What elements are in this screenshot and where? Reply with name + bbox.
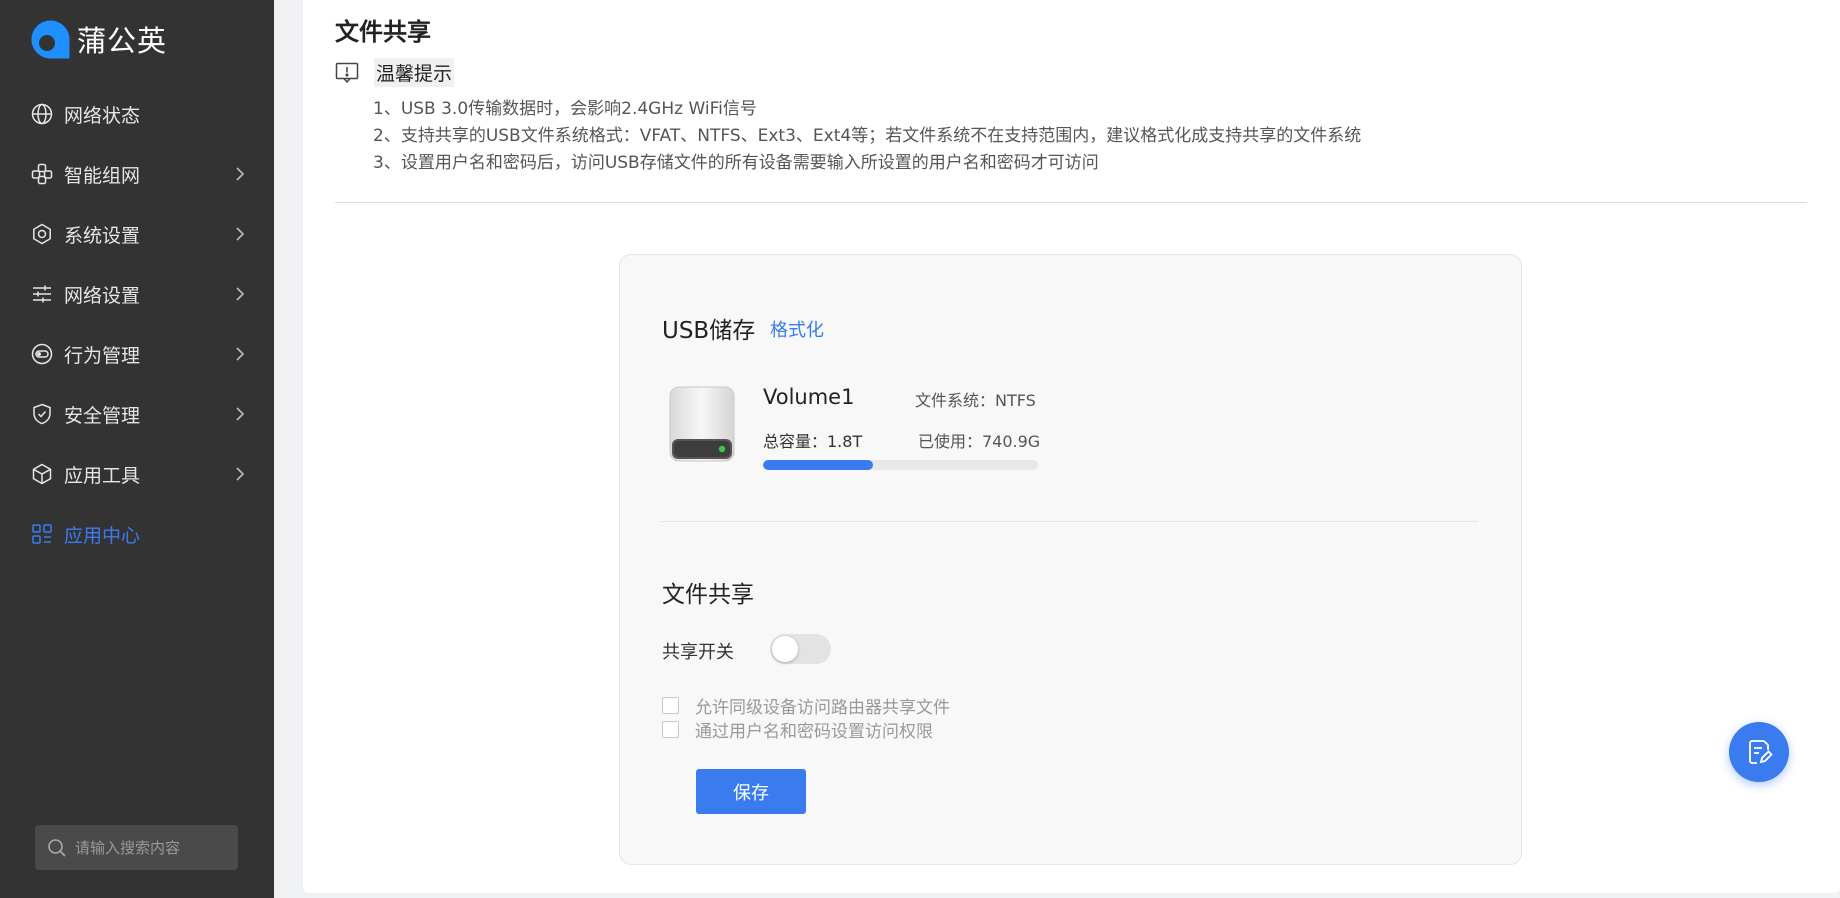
option-allow-same-level[interactable]: 允许同级设备访问路由器共享文件 [662, 693, 950, 718]
usage-progress-bar [763, 460, 1038, 470]
document-edit-icon [1749, 740, 1773, 764]
sliders-icon [30, 282, 54, 306]
sidebar-item-label: 网络状态 [64, 104, 141, 127]
tips-list: 1、USB 3.0传输数据时，会影响2.4GHz WiFi信号 2、支持共享的U… [373, 96, 1361, 177]
volume-name: Volume1 [763, 385, 855, 409]
tip-header: 温馨提示 [335, 58, 455, 87]
sidebar-item-smart-network[interactable]: 智能组网 [0, 144, 274, 204]
page-title: 文件共享 [335, 18, 431, 46]
search-input[interactable] [75, 838, 225, 857]
sidebar-item-label: 应用中心 [64, 524, 141, 547]
total-capacity-label: 总容量：1.8T [763, 432, 863, 451]
tip-line: 2、支持共享的USB文件系统格式：VFAT、NTFS、Ext3、Ext4等；若文… [373, 126, 1362, 146]
checkbox-label: 允许同级设备访问路由器共享文件 [695, 698, 950, 718]
usb-drive-icon [669, 386, 735, 462]
main-panel: 文件共享 温馨提示 1、USB 3.0传输数据时，会影响2.4GHz WiFi信… [303, 0, 1840, 893]
sidebar-item-label: 应用工具 [64, 464, 141, 487]
sidebar-item-label: 行为管理 [64, 344, 141, 367]
save-button[interactable]: 保存 [696, 769, 806, 814]
sidebar-item-label: 系统设置 [64, 224, 141, 247]
sidebar-item-network-status[interactable]: 网络状态 [0, 84, 274, 144]
tip-title: 温馨提示 [374, 58, 455, 87]
chevron-right-icon [236, 407, 245, 421]
share-toggle-switch[interactable] [770, 634, 831, 664]
section-divider [335, 202, 1807, 203]
sidebar-item-app-tools[interactable]: 应用工具 [0, 444, 274, 504]
usage-progress-fill [763, 460, 873, 470]
sidebar-item-label: 智能组网 [64, 164, 141, 187]
sidebar-item-label: 网络设置 [64, 284, 141, 307]
sidebar-item-label: 安全管理 [64, 404, 141, 427]
chevron-right-icon [236, 227, 245, 241]
cube-icon [30, 462, 54, 486]
card-divider [660, 521, 1478, 522]
behavior-icon [30, 342, 54, 366]
tip-line: 3、设置用户名和密码后，访问USB存储文件的所有设备需要输入所设置的用户名和密码… [373, 153, 1099, 173]
sidebar-item-network-settings[interactable]: 网络设置 [0, 264, 274, 324]
checkbox[interactable] [662, 697, 679, 714]
checkbox[interactable] [662, 721, 679, 738]
grid-icon [30, 522, 54, 546]
globe-icon [30, 102, 54, 126]
chevron-right-icon [236, 347, 245, 361]
network-nodes-icon [30, 162, 54, 186]
search-icon [48, 838, 66, 857]
sidebar-item-system-settings[interactable]: 系统设置 [0, 204, 274, 264]
info-notice-icon [335, 62, 359, 83]
format-link[interactable]: 格式化 [770, 316, 824, 342]
share-switch-label: 共享开关 [662, 642, 734, 663]
sidebar: 蒲公英 网络状态 智能组网 系统设置 网络设置 行为管理 安全管理 应用工具 应… [0, 0, 274, 898]
sidebar-search[interactable] [35, 825, 238, 870]
filesystem-label: 文件系统：NTFS [915, 391, 1036, 410]
tip-line: 1、USB 3.0传输数据时，会影响2.4GHz WiFi信号 [373, 99, 757, 119]
dandelion-logo-icon [30, 19, 71, 60]
used-space-label: 已使用：740.9G [918, 432, 1041, 451]
sidebar-item-security-management[interactable]: 安全管理 [0, 384, 274, 444]
shield-icon [30, 402, 54, 426]
usb-storage-title: USB储存 [662, 318, 756, 344]
sidebar-item-behavior-management[interactable]: 行为管理 [0, 324, 274, 384]
gear-icon [30, 222, 54, 246]
chevron-right-icon [236, 467, 245, 481]
checkbox-label: 通过用户名和密码设置访问权限 [695, 722, 933, 742]
toggle-knob [772, 636, 798, 662]
option-user-password[interactable]: 通过用户名和密码设置访问权限 [662, 717, 933, 742]
sidebar-item-app-center[interactable]: 应用中心 [0, 504, 274, 564]
sidebar-nav: 网络状态 智能组网 系统设置 网络设置 行为管理 安全管理 应用工具 应用中心 [0, 84, 274, 564]
brand-name: 蒲公英 [77, 24, 168, 58]
file-share-title: 文件共享 [662, 582, 754, 608]
feedback-fab-button[interactable] [1729, 722, 1789, 782]
chevron-right-icon [236, 287, 245, 301]
brand-logo[interactable]: 蒲公英 [30, 18, 167, 60]
chevron-right-icon [236, 167, 245, 181]
usb-share-card: USB储存 格式化 Volume1 文件系统：NTFS 总容量：1.8T 已使用… [619, 254, 1522, 865]
